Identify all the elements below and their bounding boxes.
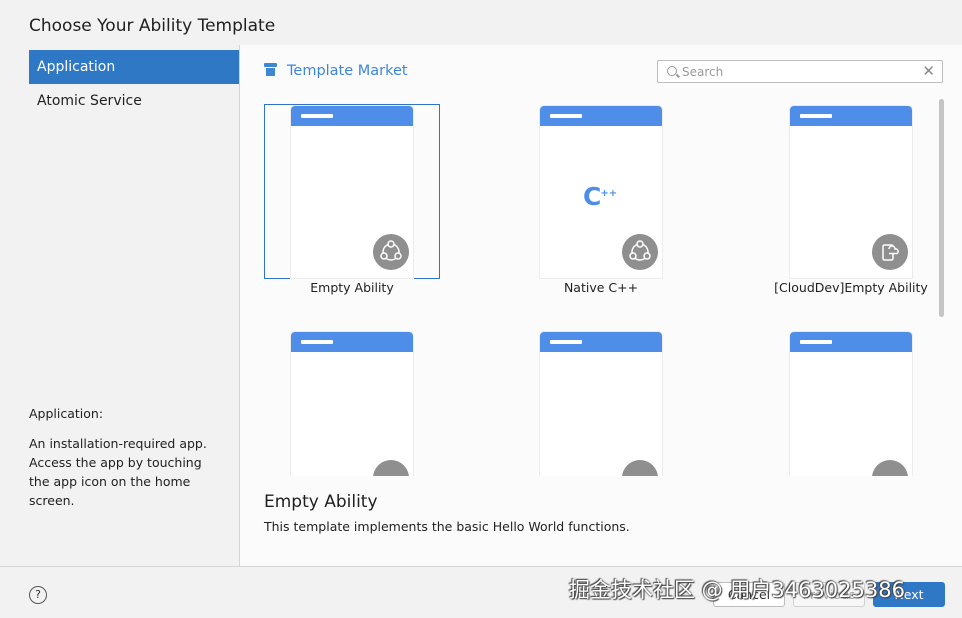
search-icon: [667, 66, 677, 76]
preview-title-bar: [291, 106, 413, 126]
sidebar-item-application[interactable]: Application: [29, 50, 239, 84]
template-market-label: Template Market: [287, 63, 408, 79]
selected-template-title: Empty Ability: [264, 492, 378, 512]
template-card[interactable]: [513, 326, 689, 476]
template-label: Native C++: [563, 280, 639, 295]
ability-share-icon: [373, 234, 409, 270]
cpp-logo-icon: C++: [583, 182, 618, 211]
selected-template-description: This template implements the basic Hello…: [264, 519, 630, 534]
template-preview: [540, 332, 662, 476]
template-card-empty-ability[interactable]: Empty Ability: [264, 100, 440, 300]
template-preview: [291, 332, 413, 476]
template-type-icon: [872, 460, 908, 476]
ability-share-icon: [622, 234, 658, 270]
cloud-device-icon: [872, 234, 908, 270]
template-card-clouddev-empty-ability[interactable]: [CloudDev]Empty Ability: [763, 100, 930, 300]
template-card[interactable]: [264, 326, 440, 476]
sidebar-description-title: Application:: [29, 406, 104, 421]
template-preview: C++: [540, 106, 662, 278]
template-preview: [790, 332, 912, 476]
template-grid: Empty Ability C++ Native C++ [CloudDev]E…: [250, 96, 930, 476]
store-icon: [264, 63, 277, 76]
dialog-title: Choose Your Ability Template: [29, 16, 276, 36]
search-box[interactable]: ✕: [657, 60, 943, 83]
search-input[interactable]: [682, 63, 922, 80]
template-grid-scrollbar[interactable]: [939, 99, 944, 317]
template-card-native-cpp[interactable]: C++ Native C++: [513, 100, 689, 300]
template-label: Empty Ability: [310, 280, 394, 295]
preview-title-bar: [540, 106, 662, 126]
preview-title-bar: [291, 332, 413, 352]
close-icon[interactable]: ✕: [922, 62, 935, 81]
template-market-link[interactable]: Template Market: [264, 63, 408, 79]
watermark: 掘金技术社区 @ 用户3463025386: [569, 578, 905, 602]
sidebar-item-atomic-service[interactable]: Atomic Service: [29, 84, 239, 118]
preview-title-bar: [540, 332, 662, 352]
template-type-icon: [622, 460, 658, 476]
template-card[interactable]: [763, 326, 930, 476]
template-type-icon: [373, 460, 409, 476]
template-preview: [291, 106, 413, 278]
template-label: [CloudDev]Empty Ability: [774, 280, 928, 295]
template-preview: [790, 106, 912, 278]
sidebar-description: An installation-required app. Access the…: [29, 436, 207, 508]
preview-title-bar: [790, 332, 912, 352]
preview-title-bar: [790, 106, 912, 126]
help-icon[interactable]: ?: [29, 586, 47, 604]
